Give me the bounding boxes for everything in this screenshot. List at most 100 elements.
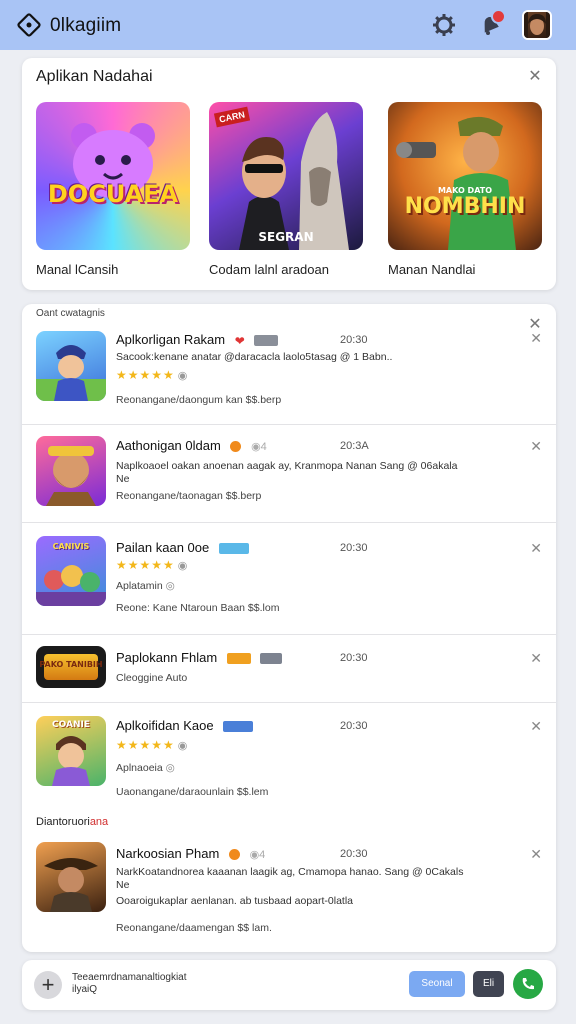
close-icon[interactable]: ✕ xyxy=(530,540,542,557)
toggle-icon: ◉4 xyxy=(251,441,267,454)
heart-badge-icon: ❤ xyxy=(234,333,245,348)
app-list-card: Oant cwatagnis ✕ Aplkorligan Rakam ❤ 20:… xyxy=(22,304,556,952)
app-subtitle: Reonangane/daongum kan $$.berp xyxy=(116,394,282,406)
list-item[interactable]: Aplkorligan Rakam ❤ 20:30 ✕ Sacook:kenan… xyxy=(22,320,556,425)
app-icon: PAKO TANIBIH xyxy=(36,646,106,688)
user-portrait xyxy=(524,12,550,38)
app-title-text: Paplokann Fhlam xyxy=(116,650,218,665)
phone-icon xyxy=(522,978,534,990)
tag-badge xyxy=(226,653,251,665)
featured-app-3-label: Manan Nandlai xyxy=(388,262,476,277)
close-icon[interactable]: ✕ xyxy=(528,69,542,85)
app-title: Aathonigan 0ldam ◉4 xyxy=(116,438,267,453)
plus-icon: + xyxy=(41,972,55,997)
soldier-character xyxy=(36,345,106,401)
app-icon-text: PAKO TANIBIH xyxy=(39,660,103,669)
featured-app-1-art-text: DOCUAEA xyxy=(47,180,179,208)
bearded-character xyxy=(46,446,96,506)
app-time: 20:30 xyxy=(340,720,368,732)
app-title: Paplokann Fhlam xyxy=(116,650,283,665)
app-icon xyxy=(36,436,106,506)
add-button[interactable]: + xyxy=(34,971,62,999)
diamond-outline-icon[interactable] xyxy=(16,12,42,38)
close-icon[interactable]: ✕ xyxy=(530,718,542,735)
rating-stars: ★★★★★ ◉ xyxy=(116,738,188,752)
close-icon[interactable]: ✕ xyxy=(530,650,542,667)
list-heading: Oant cwatagnis xyxy=(36,308,105,319)
app-subtitle: Aplnaoeia ◎ xyxy=(116,762,175,774)
app-description-line-1: NarkKoatandnorea kaaanan laagik ag, Cmam… xyxy=(116,866,464,878)
avatar[interactable] xyxy=(522,10,552,40)
orange-badge-icon xyxy=(228,849,240,861)
featured-app-3-art-subtext: MAKO DATO xyxy=(437,186,493,195)
app-description: Naplkoaoel oakan anoenan aagak ay, Kranm… xyxy=(116,460,516,486)
call-button[interactable] xyxy=(513,969,543,999)
app-icon-text: COANIE xyxy=(51,720,90,730)
app-title: Pailan kaan 0oe xyxy=(116,540,249,555)
app-time: 20:30 xyxy=(340,542,368,554)
featured-apps-card: Aplikan Nadahai ✕ DOCUAEA Manal lCansih xyxy=(22,58,556,290)
app-icon: CANIVIS xyxy=(36,536,106,606)
notification-badge xyxy=(491,9,506,24)
featured-app-1-label: Manal lCansih xyxy=(36,262,119,277)
app-time: 20:30 xyxy=(340,334,368,346)
close-icon[interactable]: ✕ xyxy=(530,846,542,863)
info-icon: ◉ xyxy=(177,740,189,752)
section-label: Diantoruoriana xyxy=(36,816,108,828)
cowboy-character xyxy=(44,858,98,912)
featured-title: Aplikan Nadahai xyxy=(36,68,153,85)
app-title: Aplkorligan Rakam ❤ xyxy=(116,332,279,348)
featured-app-2-label: Codam lalnl aradoan xyxy=(209,262,329,277)
close-icon[interactable]: ✕ xyxy=(530,438,542,455)
app-subtitle-2: Reone: Kane Ntaroun Baan $$.lom xyxy=(116,602,280,614)
app-subtitle: Reonangane/taonagan $$.berp xyxy=(116,490,262,502)
featured-app-3[interactable]: NOMBHIN MAKO DATO Manan Nandlai xyxy=(388,102,542,277)
two-characters xyxy=(239,112,349,250)
tag-badge-secondary xyxy=(260,653,283,665)
list-item[interactable]: CANIVIS Pailan kaan 0oe 20:30 ✕ ★★★★★ ◉ A… xyxy=(22,522,556,635)
app-subtitle-text: Aplatamin xyxy=(116,580,163,592)
app-description-line-3: Ooaroigukaplar aenlanan. ab tusbaad aopa… xyxy=(116,895,354,907)
app-title-text: Aplkorligan Rakam xyxy=(116,332,226,347)
app-subtitle: Cleoggine Auto xyxy=(116,672,188,684)
app-description: NarkKoatandnorea kaaanan laagik ag, Cmam… xyxy=(116,866,516,908)
app-description: Sacook:kenane anatar @daracacla laolo5ta… xyxy=(116,351,393,363)
featured-app-2-artwork: CARN SEGRAN xyxy=(209,102,363,250)
info-icon: ◉ xyxy=(177,370,189,382)
bottom-bar: + Teeaemrdnamanaltiogkiat ilyaiQ Seonal … xyxy=(22,960,556,1010)
info-icon: ◉ xyxy=(177,560,189,572)
list-item[interactable]: PAKO TANIBIH Paplokann Fhlam 20:30 ✕ Cle… xyxy=(22,634,556,703)
info-icon: ◎ xyxy=(165,580,175,592)
app-title-text: Aathonigan 0ldam xyxy=(116,438,221,453)
app-icon xyxy=(36,331,106,401)
featured-app-2[interactable]: CARN SEGRAN Codam lalnl aradoan xyxy=(209,102,363,277)
bottom-text-line-2: ilyaiQ xyxy=(72,984,98,995)
rating-value: ★★★★★ xyxy=(116,558,175,572)
featured-app-3-art-text: NOMBHIN xyxy=(404,194,526,219)
orange-badge-icon xyxy=(230,441,242,453)
section-label-accent: ana xyxy=(89,816,109,828)
app-subtitle: Reonangane/daamengan $$ lam. xyxy=(116,922,272,934)
tag-badge xyxy=(218,543,249,555)
app-time: 20:30 xyxy=(340,848,368,860)
app-title: 0lkagiim xyxy=(50,15,122,36)
close-icon[interactable]: ✕ xyxy=(530,330,542,347)
bear-character xyxy=(71,123,155,198)
toggle-icon: ◉4 xyxy=(249,849,266,862)
gear-icon[interactable] xyxy=(430,11,458,39)
secondary-button[interactable]: Eli xyxy=(473,971,504,997)
app-icon xyxy=(36,842,106,912)
primary-button[interactable]: Seonal xyxy=(409,971,465,997)
notifications-button[interactable] xyxy=(476,9,506,39)
app-icon-text: CANIVIS xyxy=(52,542,90,551)
featured-app-1[interactable]: DOCUAEA Manal lCansih xyxy=(36,102,190,277)
bottom-text: Teeaemrdnamanaltiogkiat ilyaiQ xyxy=(72,972,232,996)
app-icon: COANIE xyxy=(36,716,106,786)
list-item[interactable]: Aathonigan 0ldam ◉4 20:3A ✕ Naplkoaoel o… xyxy=(22,424,556,523)
list-item[interactable]: COANIE Aplkoifidan Kaoe 20:30 ✕ ★★★★★ ◉ A… xyxy=(22,702,556,806)
app-subtitle: Aplatamin ◎ xyxy=(116,580,175,592)
app-title: Aplkoifidan Kaoe xyxy=(116,718,254,733)
featured-app-2-art-text: SEGRAN xyxy=(258,230,314,244)
top-icons xyxy=(430,9,552,40)
list-item[interactable]: Narkoosian Pham ◉4 20:30 ✕ NarkKoatandno… xyxy=(22,832,556,952)
